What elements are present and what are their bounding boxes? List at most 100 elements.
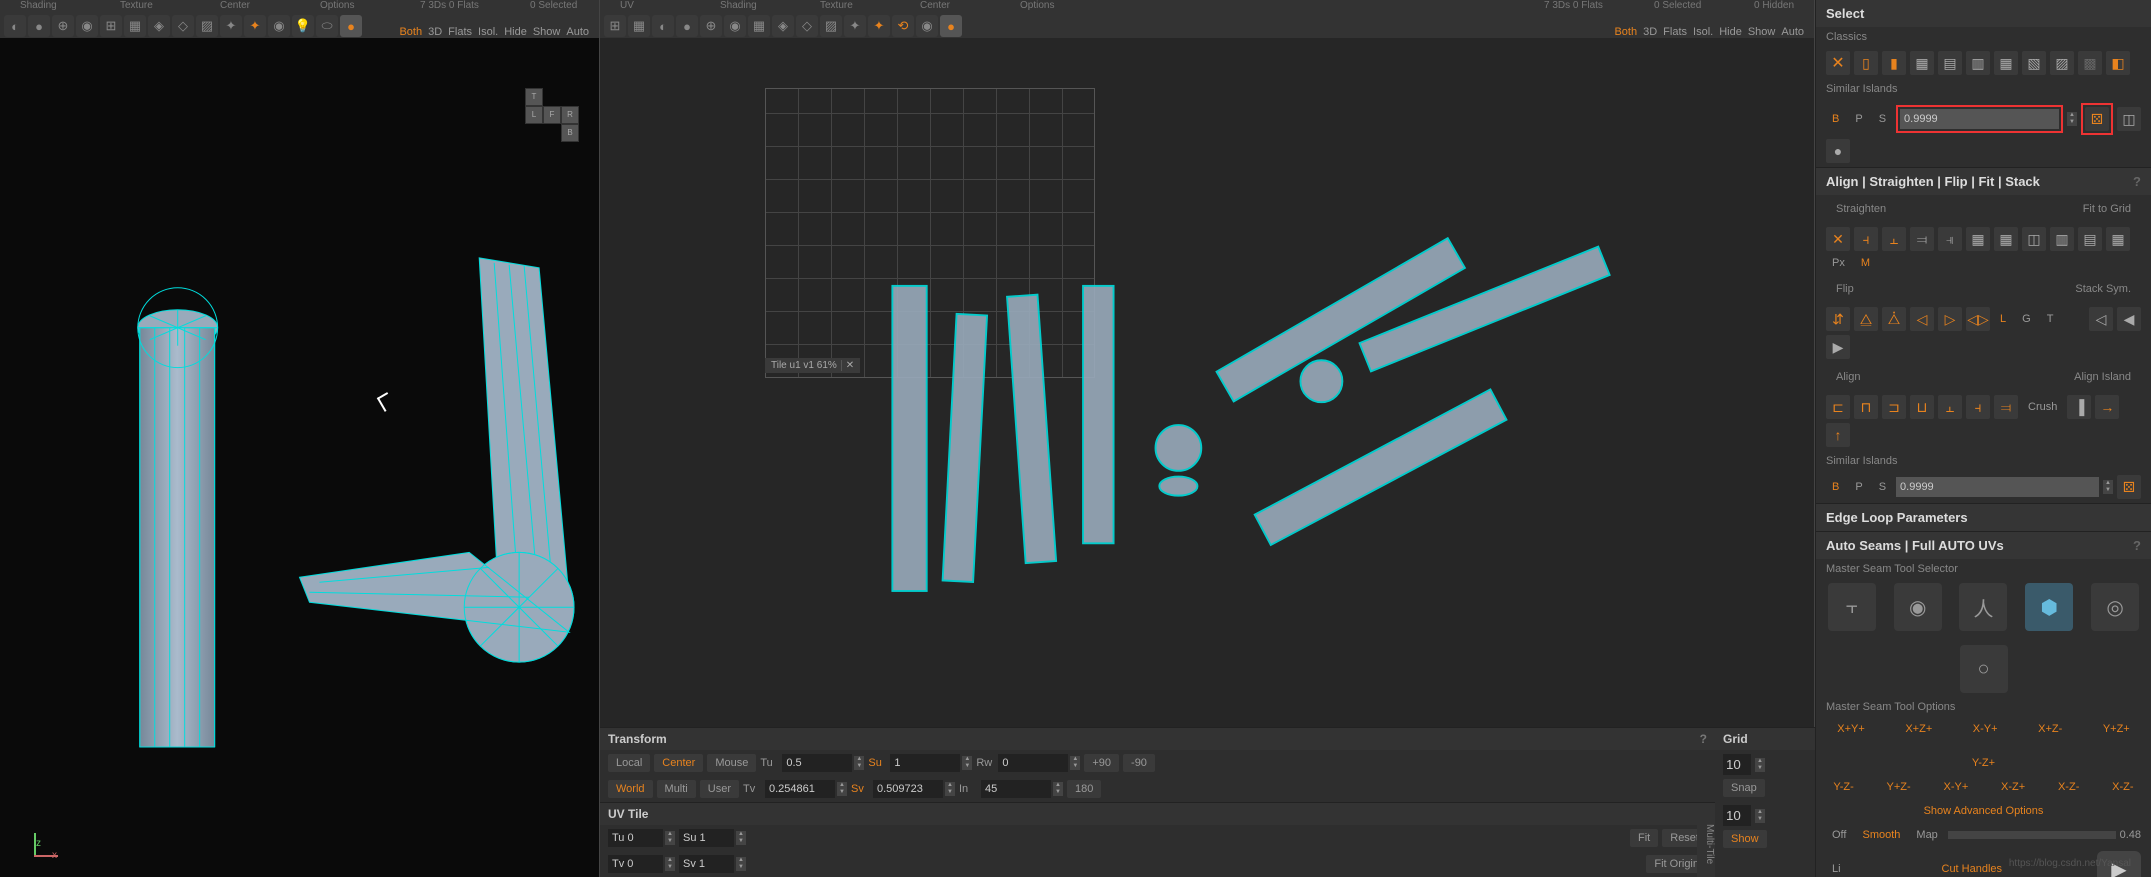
- crush-ico-2[interactable]: →: [2095, 395, 2119, 419]
- fit-ico-2[interactable]: ▦: [1994, 227, 2018, 251]
- sel-ico-4[interactable]: ▤: [1938, 51, 1962, 75]
- mode-hide[interactable]: Hide: [504, 26, 527, 38]
- align-ico-2[interactable]: ⊓: [1854, 395, 1878, 419]
- sel-ico-3[interactable]: ▦: [1910, 51, 1934, 75]
- align-ico-5[interactable]: ⫠: [1938, 395, 1962, 419]
- sel-ico-1[interactable]: ▯: [1854, 51, 1878, 75]
- sel-ico-9[interactable]: ▩: [2078, 51, 2102, 75]
- tex-icon-4[interactable]: ▨: [196, 15, 218, 37]
- seam-tool-6[interactable]: ○: [1960, 645, 2008, 693]
- uv-ico-8[interactable]: ◈: [772, 15, 794, 37]
- uvtile-tv[interactable]: [608, 855, 663, 873]
- rw-input[interactable]: [998, 754, 1068, 772]
- align-ico-1[interactable]: ⊏: [1826, 395, 1850, 419]
- sel-ico-6[interactable]: ▦: [1994, 51, 2018, 75]
- sel-ico-10[interactable]: ◧: [2106, 51, 2130, 75]
- axis-widget-3d[interactable]: z x: [20, 817, 60, 857]
- tu-input[interactable]: [782, 754, 852, 772]
- fit-ico-4[interactable]: ▥: [2050, 227, 2074, 251]
- sel-ico-8[interactable]: ▨: [2050, 51, 2074, 75]
- tex-icon-2[interactable]: ◈: [148, 15, 170, 37]
- mode-both[interactable]: Both: [399, 26, 422, 38]
- shading-icon-4[interactable]: ◉: [76, 15, 98, 37]
- align-ico-4[interactable]: ⊔: [1910, 395, 1934, 419]
- uv-ico-14[interactable]: ◉: [916, 15, 938, 37]
- mode-flats[interactable]: Flats: [448, 26, 472, 38]
- grid-val2[interactable]: [1723, 805, 1751, 826]
- shading-icon-2[interactable]: ●: [28, 15, 50, 37]
- uv-ico-2[interactable]: ▦: [628, 15, 650, 37]
- cut-handles[interactable]: Cut Handles: [1936, 861, 2009, 877]
- stack-ico-1[interactable]: ◁: [2089, 307, 2113, 331]
- opt-icon-1[interactable]: ◉: [268, 15, 290, 37]
- seam-tool-2[interactable]: ◉: [1894, 583, 1942, 631]
- uv-ico-4[interactable]: ●: [676, 15, 698, 37]
- sv-input[interactable]: [873, 780, 943, 798]
- uv-ico-13[interactable]: ⟲: [892, 15, 914, 37]
- mode-auto[interactable]: Auto: [566, 26, 589, 38]
- shading-icon-5[interactable]: ⊞: [100, 15, 122, 37]
- uvtile-su[interactable]: [679, 829, 734, 847]
- similar-ico-3[interactable]: ●: [1826, 139, 1850, 163]
- uv-ico-15[interactable]: ●: [940, 15, 962, 37]
- sel-ico-7[interactable]: ▧: [2022, 51, 2046, 75]
- similar-value-input[interactable]: [1900, 109, 2059, 129]
- center-icon-2[interactable]: ✦: [244, 15, 266, 37]
- uvtile-sv[interactable]: [679, 855, 734, 873]
- straighten-ico-5[interactable]: ⫣: [1938, 227, 1962, 251]
- seam-tool-5[interactable]: ◎: [2091, 583, 2139, 631]
- align-ico-3[interactable]: ⊐: [1882, 395, 1906, 419]
- grid-val1[interactable]: [1723, 754, 1751, 775]
- seam-tool-4[interactable]: ⬢: [2025, 583, 2073, 631]
- crush-ico-3[interactable]: ↑: [1826, 423, 1850, 447]
- opt-icon-4[interactable]: ●: [340, 15, 362, 37]
- uv-ico-10[interactable]: ▨: [820, 15, 842, 37]
- nav-cube[interactable]: T LFR B: [525, 88, 579, 142]
- mode-3d[interactable]: 3D: [428, 26, 442, 38]
- stack-ico-2[interactable]: ◀: [2117, 307, 2141, 331]
- flip-ico-5[interactable]: ▷: [1938, 307, 1962, 331]
- straighten-ico-3[interactable]: ⫠: [1882, 227, 1906, 251]
- uv-ico-11[interactable]: ✦: [844, 15, 866, 37]
- shading-icon-1[interactable]: ◐: [4, 15, 26, 37]
- show-advanced[interactable]: Show Advanced Options: [1918, 803, 2050, 819]
- uv-ico-6[interactable]: ◉: [724, 15, 746, 37]
- fit-ico-6[interactable]: ▦: [2106, 227, 2130, 251]
- straighten-ico-4[interactable]: ⫤: [1910, 227, 1934, 251]
- align-ico-7[interactable]: ⫤: [1994, 395, 2018, 419]
- su-input[interactable]: [890, 754, 960, 772]
- fit-ico-5[interactable]: ▤: [2078, 227, 2102, 251]
- viewport-3d[interactable]: Shading Texture Center Options 7 3Ds 0 F…: [0, 0, 600, 877]
- flip-ico-6[interactable]: ◁▷: [1966, 307, 1990, 331]
- opt-icon-3[interactable]: ⬭: [316, 15, 338, 37]
- uv-ico-9[interactable]: ◇: [796, 15, 818, 37]
- tex-icon-1[interactable]: ▦: [124, 15, 146, 37]
- deselect-icon[interactable]: ✕: [1826, 51, 1850, 75]
- similar-ico-2[interactable]: ◫: [2117, 107, 2141, 131]
- center-icon-1[interactable]: ✦: [220, 15, 242, 37]
- align-ico-6[interactable]: ⫞: [1966, 395, 1990, 419]
- align-similar-action[interactable]: ⚄: [2117, 475, 2141, 499]
- opt-icon-2[interactable]: 💡: [292, 15, 314, 37]
- straighten-ico-2[interactable]: ⫞: [1854, 227, 1878, 251]
- uv-ico-1[interactable]: ⊞: [604, 15, 626, 37]
- straighten-ico-1[interactable]: ✕: [1826, 227, 1850, 251]
- seam-tool-1[interactable]: ⫟: [1828, 583, 1876, 631]
- align-similar-input[interactable]: [1896, 477, 2099, 497]
- multi-tile-tab[interactable]: Multi-Tile: [1697, 803, 1715, 877]
- flip-ico-3[interactable]: ⧊: [1882, 307, 1906, 331]
- mode-show[interactable]: Show: [533, 26, 561, 38]
- flip-ico-2[interactable]: ⧋: [1854, 307, 1878, 331]
- tile-close-icon[interactable]: ✕: [841, 360, 854, 371]
- similar-spinner[interactable]: ▲▼: [2067, 112, 2077, 126]
- in-input[interactable]: [981, 780, 1051, 798]
- tex-icon-3[interactable]: ◇: [172, 15, 194, 37]
- similar-action-icon[interactable]: ⚄: [2085, 107, 2109, 131]
- mode-isol[interactable]: Isol.: [478, 26, 498, 38]
- stack-ico-3[interactable]: ▶: [1826, 335, 1850, 359]
- seam-tool-3[interactable]: 人: [1959, 583, 2007, 631]
- flip-ico-1[interactable]: ⇵: [1826, 307, 1850, 331]
- fit-ico-3[interactable]: ◫: [2022, 227, 2046, 251]
- tv-input[interactable]: [765, 780, 835, 798]
- sel-ico-2[interactable]: ▮: [1882, 51, 1906, 75]
